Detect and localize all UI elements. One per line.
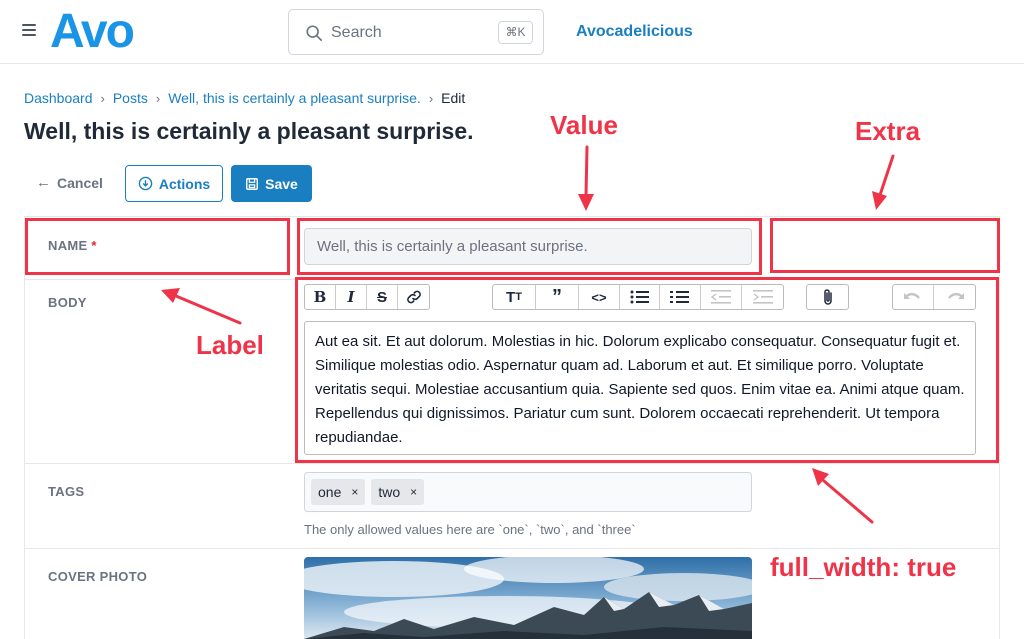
cover-photo-image[interactable] (304, 557, 752, 639)
extra-annotation-box (770, 218, 1000, 273)
full-width-annotation-box (295, 277, 999, 463)
breadcrumb-post[interactable]: Well, this is certainly a pleasant surpr… (168, 90, 421, 106)
row-divider (24, 463, 1000, 464)
actions-button[interactable]: Actions (125, 165, 223, 202)
tags-help-text: The only allowed values here are `one`, … (304, 522, 636, 537)
body-field-label: BODY (48, 295, 87, 310)
cancel-button[interactable]: ← Cancel (36, 174, 103, 191)
chevron-right-icon: › (428, 90, 434, 106)
extra-annotation-label: Extra (855, 116, 921, 146)
download-circle-icon (138, 176, 153, 191)
hamburger-menu-icon[interactable] (22, 24, 36, 38)
top-navbar: Avo Search ⌘K Avocadelicious (0, 0, 1024, 64)
tag-chip: two × (371, 479, 425, 505)
cancel-label: Cancel (57, 174, 103, 191)
breadcrumb-dashboard[interactable]: Dashboard (24, 90, 93, 106)
label-annotation-label: Label (196, 330, 264, 360)
search-shortcut-badge: ⌘K (498, 21, 533, 44)
app-name-link[interactable]: Avocadelicious (576, 23, 693, 41)
chevron-right-icon: › (155, 90, 161, 106)
chevron-right-icon: › (100, 90, 105, 106)
full-width-annotation-label: full_width: true (770, 552, 957, 582)
cover-photo-field-label: COVER PHOTO (48, 569, 148, 584)
row-divider (24, 548, 1000, 549)
avo-logo[interactable]: Avo (50, 7, 135, 57)
global-search[interactable]: Search ⌘K (288, 9, 544, 55)
search-placeholder: Search (331, 24, 382, 41)
actions-label: Actions (158, 175, 211, 192)
search-icon (306, 25, 323, 42)
page-title: Well, this is certainly a pleasant surpr… (24, 118, 474, 144)
remove-tag-icon[interactable]: × (410, 485, 417, 499)
save-icon (245, 177, 259, 191)
breadcrumb-posts[interactable]: Posts (113, 90, 148, 106)
breadcrumb-current: Edit (441, 90, 466, 106)
tags-input[interactable]: one × two × (304, 472, 752, 512)
value-annotation-label: Value (550, 110, 618, 140)
tag-label: two (378, 484, 401, 500)
save-label: Save (265, 175, 298, 192)
tag-label: one (318, 484, 342, 500)
value-annotation-box (297, 218, 762, 275)
breadcrumb: Dashboard › Posts › Well, this is certai… (24, 90, 465, 106)
tags-field-label: TAGS (48, 484, 85, 499)
tag-chip: one × (311, 479, 366, 505)
label-annotation-box (25, 218, 290, 275)
arrow-left-icon: ← (36, 174, 51, 191)
remove-tag-icon[interactable]: × (351, 485, 358, 499)
save-button[interactable]: Save (231, 165, 312, 202)
